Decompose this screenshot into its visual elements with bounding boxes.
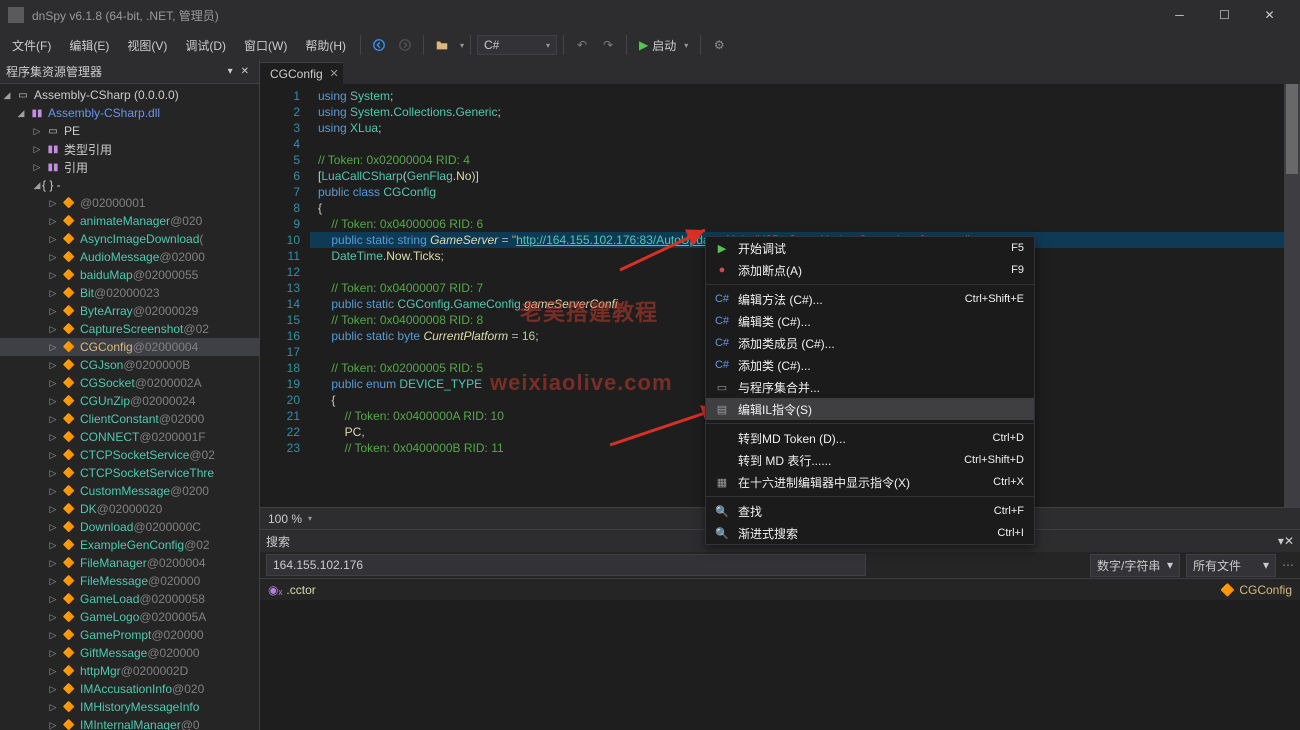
context-编辑类 (C#)...[interactable]: C#编辑类 (C#)...	[706, 310, 1034, 332]
minimize-button[interactable]: ─	[1157, 0, 1202, 30]
tree-item-CaptureScreenshot[interactable]: ▷🔶CaptureScreenshot @02	[0, 320, 259, 338]
tree-item-ClientConstant[interactable]: ▷🔶ClientConstant @02000	[0, 410, 259, 428]
class-icon: 🔶	[1220, 583, 1235, 597]
panel-close[interactable]: ✕	[237, 66, 253, 77]
tree-item-CONNECT[interactable]: ▷🔶CONNECT @0200001F	[0, 428, 259, 446]
tree-item-baiduMap[interactable]: ▷🔶baiduMap @02000055	[0, 266, 259, 284]
tree-item-CGUnZip[interactable]: ▷🔶CGUnZip @02000024	[0, 392, 259, 410]
context-与程序集合并...[interactable]: ▭与程序集合并...	[706, 376, 1034, 398]
editor-scrollbar[interactable]	[1284, 84, 1300, 507]
tab-close-icon[interactable]: ✕	[329, 67, 338, 80]
tree-item-GiftMessage[interactable]: ▷🔶GiftMessage @020000	[0, 644, 259, 662]
context-查找[interactable]: 🔍查找Ctrl+F	[706, 500, 1034, 522]
open-button[interactable]	[430, 33, 454, 57]
tree[interactable]: ◢▭Assembly-CSharp (0.0.0.0) ◢▮▮Assembly-…	[0, 84, 259, 730]
tree-item-Download[interactable]: ▷🔶Download @0200000C	[0, 518, 259, 536]
tree-item-ExampleGenConfig[interactable]: ▷🔶ExampleGenConfig @02	[0, 536, 259, 554]
tree-item-FileManager[interactable]: ▷🔶FileManager @0200004	[0, 554, 259, 572]
zoom-level[interactable]: 100 %	[268, 512, 302, 526]
tree-item-AsyncImageDownload[interactable]: ▷🔶AsyncImageDownload (	[0, 230, 259, 248]
tree-item-Bit[interactable]: ▷🔶Bit @02000023	[0, 284, 259, 302]
app-icon	[8, 7, 24, 23]
context-转到 MD 表行......[interactable]: 转到 MD 表行......Ctrl+Shift+D	[706, 449, 1034, 471]
breadcrumb: ◉ₓ .cctor 🔶 CGConfig	[260, 578, 1300, 600]
method-icon: ◉ₓ	[268, 583, 282, 597]
window-title: dnSpy v6.1.8 (64-bit, .NET, 管理员)	[32, 7, 1157, 24]
context-在十六进制编辑器中显示指令(X)[interactable]: ▦在十六进制编辑器中显示指令(X)Ctrl+X	[706, 471, 1034, 493]
tree-item-IMHistoryMessageInfo[interactable]: ▷🔶IMHistoryMessageInfo	[0, 698, 259, 716]
context-添加断点(A)[interactable]: ●添加断点(A)F9	[706, 259, 1034, 281]
context-开始调试[interactable]: ▶开始调试F5	[706, 237, 1034, 259]
context-menu: ▶开始调试F5●添加断点(A)F9 C#编辑方法 (C#)...Ctrl+Shif…	[705, 236, 1035, 545]
tree-item-CTCPSocketServiceThre[interactable]: ▷🔶CTCPSocketServiceThre	[0, 464, 259, 482]
tree-item-CustomMessage[interactable]: ▷🔶CustomMessage @0200	[0, 482, 259, 500]
open-dropdown[interactable]: ▾	[460, 41, 464, 50]
bc-method[interactable]: .cctor	[286, 583, 315, 597]
tabbar: CGConfig✕	[260, 60, 1300, 84]
menu-window[interactable]: 窗口(W)	[236, 33, 295, 58]
redo-button[interactable]: ↷	[596, 33, 620, 57]
search-close[interactable]: ✕	[1284, 534, 1294, 548]
search-panel: 搜索 ▾ ✕ 数字/字符串▾ 所有文件▾ ⋯ ◉ₓ .cctor 🔶 CGCon…	[260, 529, 1300, 730]
menu-edit[interactable]: 编辑(E)	[61, 33, 117, 58]
tree-item-DK[interactable]: ▷🔶DK @02000020	[0, 500, 259, 518]
tree-item-CTCPSocketService[interactable]: ▷🔶CTCPSocketService @02	[0, 446, 259, 464]
tab-cgconfig[interactable]: CGConfig✕	[260, 62, 343, 84]
tree-item-GameLoad[interactable]: ▷🔶GameLoad @02000058	[0, 590, 259, 608]
titlebar: dnSpy v6.1.8 (64-bit, .NET, 管理员) ─ ☐ ✕	[0, 0, 1300, 30]
language-combo[interactable]: C#▾	[477, 35, 557, 55]
context-添加类 (C#)...[interactable]: C#添加类 (C#)...	[706, 354, 1034, 376]
close-button[interactable]: ✕	[1247, 0, 1292, 30]
tree-item-IMAccusationInfo[interactable]: ▷🔶IMAccusationInfo @020	[0, 680, 259, 698]
tree-item-CGConfig[interactable]: ▷🔶CGConfig @02000004	[0, 338, 259, 356]
gutter: 1234567891011121314151617181920212223	[260, 84, 310, 507]
menubar: 文件(F) 编辑(E) 视图(V) 调试(D) 窗口(W) 帮助(H) ▾ C#…	[0, 30, 1300, 60]
menu-debug[interactable]: 调试(D)	[177, 33, 234, 58]
nav-forward-button[interactable]	[393, 33, 417, 57]
search-results	[260, 600, 1300, 730]
tree-item-GamePrompt[interactable]: ▷🔶GamePrompt @020000	[0, 626, 259, 644]
panel-header: 程序集资源管理器 ▾ ✕	[0, 60, 259, 84]
tree-item-httpMgr[interactable]: ▷🔶httpMgr @0200002D	[0, 662, 259, 680]
search-input[interactable]	[266, 554, 866, 576]
search-options[interactable]: ⋯	[1282, 558, 1294, 572]
context-添加类成员 (C#)...[interactable]: C#添加类成员 (C#)...	[706, 332, 1034, 354]
maximize-button[interactable]: ☐	[1202, 0, 1247, 30]
context-转到MD Token (D)...[interactable]: 转到MD Token (D)...Ctrl+D	[706, 427, 1034, 449]
tree-item-GameLogo[interactable]: ▷🔶GameLogo @0200005A	[0, 608, 259, 626]
context-编辑方法 (C#)...[interactable]: C#编辑方法 (C#)...Ctrl+Shift+E	[706, 288, 1034, 310]
undo-button[interactable]: ↶	[570, 33, 594, 57]
menu-help[interactable]: 帮助(H)	[297, 33, 354, 58]
menu-view[interactable]: 视图(V)	[119, 33, 175, 58]
search-scope-combo[interactable]: 所有文件▾	[1186, 554, 1276, 577]
tree-item-ByteArray[interactable]: ▷🔶ByteArray @02000029	[0, 302, 259, 320]
start-debug-button[interactable]: ▶启动▾	[633, 35, 694, 56]
tree-item-IMInternalManager[interactable]: ▷🔶IMInternalManager @0	[0, 716, 259, 730]
assembly-explorer: 程序集资源管理器 ▾ ✕ ◢▭Assembly-CSharp (0.0.0.0)…	[0, 60, 260, 730]
tree-item-animateManager[interactable]: ▷🔶animateManager @020	[0, 212, 259, 230]
settings-button[interactable]: ⚙	[707, 33, 731, 57]
nav-back-button[interactable]	[367, 33, 391, 57]
context-编辑IL指令(S)[interactable]: ▤编辑IL指令(S)	[706, 398, 1034, 420]
tree-item-CGSocket[interactable]: ▷🔶CGSocket @0200002A	[0, 374, 259, 392]
panel-dropdown[interactable]: ▾	[224, 66, 237, 77]
search-type-combo[interactable]: 数字/字符串▾	[1090, 554, 1180, 577]
context-渐进式搜索[interactable]: 🔍渐进式搜索Ctrl+I	[706, 522, 1034, 544]
tree-item-AudioMessage[interactable]: ▷🔶AudioMessage @02000	[0, 248, 259, 266]
menu-file[interactable]: 文件(F)	[4, 33, 59, 58]
tree-item-<Module>[interactable]: ▷🔶 @02000001	[0, 194, 259, 212]
tree-item-CGJson[interactable]: ▷🔶CGJson @0200000B	[0, 356, 259, 374]
bc-type[interactable]: CGConfig	[1239, 583, 1292, 597]
tree-item-FileMessage[interactable]: ▷🔶FileMessage @020000	[0, 572, 259, 590]
